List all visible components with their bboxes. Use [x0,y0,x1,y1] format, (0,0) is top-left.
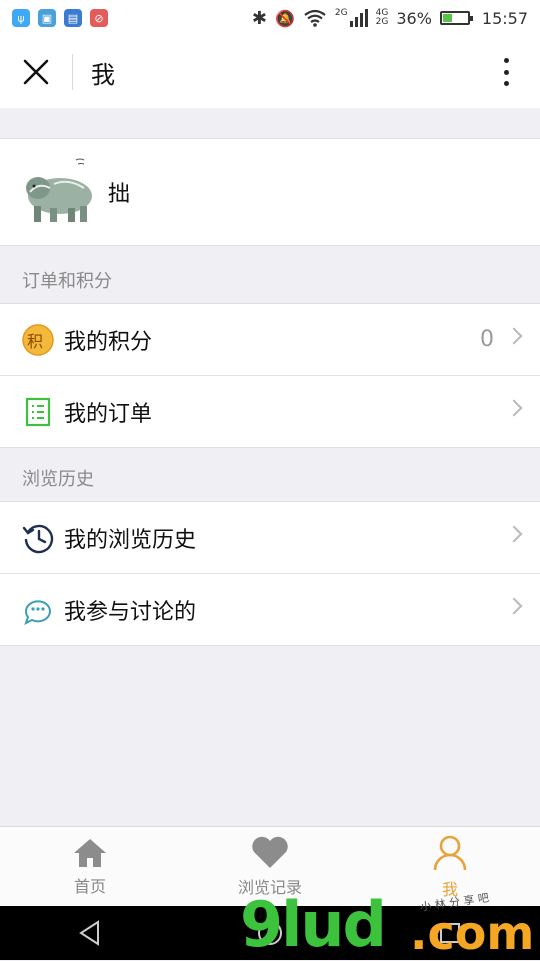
heart-icon [252,836,288,868]
wifi-icon [304,9,326,27]
battery-fill [442,14,452,22]
network-type-label: 2G [334,8,348,18]
home-icon [74,838,106,867]
section-header-history: 浏览历史 [22,469,94,490]
close-button[interactable] [0,36,72,108]
title-divider [72,54,73,90]
close-icon [23,59,49,85]
tab-browse-records-label: 浏览记录 [237,877,302,897]
battery-percent: 36% [396,8,432,28]
my-orders-label: 我的订单 [64,401,153,427]
tab-home[interactable]: 首页 [0,827,180,906]
more-dot-icon [503,58,509,63]
my-points-value: 0 [480,327,494,352]
usb-icon: ψ [12,9,30,27]
my-points-label: 我的积分 [64,329,153,355]
home-circle-icon[interactable] [256,919,284,947]
points-icon-char: 积 [27,331,44,351]
system-navigation-bar [0,906,540,960]
discussions-label: 我参与讨论的 [64,599,197,625]
tab-me[interactable]: 我 [360,827,540,906]
history-list: 我的浏览历史 我参与讨论的 [0,501,540,646]
avatar [20,154,96,230]
image-icon: ▣ [38,9,56,27]
more-options-button[interactable] [492,54,520,90]
my-orders-row[interactable]: 我的订单 [0,375,540,447]
order-list-icon [22,396,54,428]
network-2g-label: 2G [375,17,389,27]
mute-icon: 🔕 [275,8,295,28]
title-bar: 我 [0,36,540,108]
discussion-icon [22,594,54,626]
points-icon: 积 [22,323,54,356]
battery-icon [439,11,473,25]
back-icon[interactable] [76,919,104,947]
more-dot-icon [503,69,509,75]
history-clock-icon [22,522,54,554]
profile-card[interactable]: 拙 [0,138,540,246]
orders-points-list: 积 我的积分 0 我的订单 [0,303,540,448]
section-header-orders: 订单和积分 [22,271,112,292]
bottom-tab-bar: 首页 浏览记录 我 [0,826,540,906]
recents-icon[interactable] [436,919,464,947]
signal-icon: 2G [335,9,368,27]
browse-history-row[interactable]: 我的浏览历史 [0,502,540,573]
chevron-right-icon [505,327,523,345]
person-icon [433,835,467,870]
tab-me-label: 我 [441,879,458,899]
clock: 15:57 [481,8,528,28]
sim-icon: ▤ [64,9,82,27]
browse-history-label: 我的浏览历史 [64,527,197,553]
chevron-right-icon [505,525,523,543]
discussions-row[interactable]: 我参与讨论的 [0,573,540,645]
more-dot-icon [503,81,509,86]
dual-network-indicator: 4G 2G [376,9,389,27]
profile-name: 拙 [108,182,131,207]
chevron-right-icon [505,597,523,615]
tab-browse-records[interactable]: 浏览记录 [180,827,360,906]
bluetooth-icon: ✱ [251,7,267,29]
page-title: 我 [91,60,115,89]
my-points-row[interactable]: 积 我的积分 0 [0,304,540,375]
tab-home-label: 首页 [73,876,106,896]
status-bar: ψ ▣ ▤ ⊘ ✱ 🔕 2G 4G 2G 36% 15:57 [0,0,540,36]
blocked-icon: ⊘ [90,9,108,27]
chevron-right-icon [505,399,523,417]
